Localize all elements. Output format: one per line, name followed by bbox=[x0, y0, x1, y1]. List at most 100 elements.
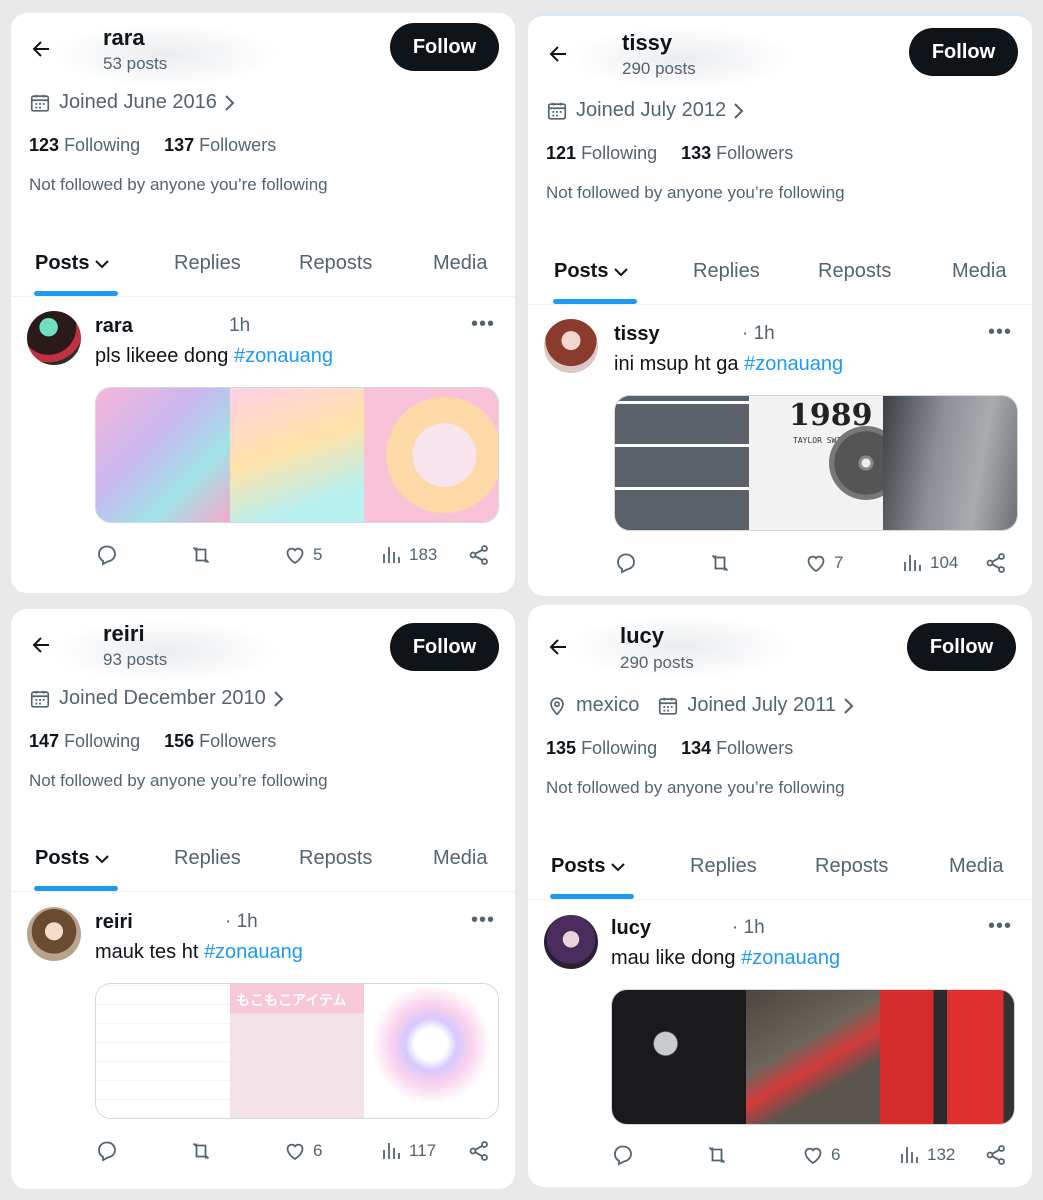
reply-button[interactable] bbox=[611, 1143, 641, 1167]
tab-media[interactable]: Media bbox=[433, 847, 487, 870]
following-link[interactable]: 135 Following bbox=[546, 738, 657, 758]
views-button[interactable]: 104 bbox=[900, 551, 958, 575]
post-media[interactable] bbox=[611, 989, 1015, 1125]
like-button[interactable]: 5 bbox=[283, 543, 322, 567]
following-link[interactable]: 121 Following bbox=[546, 143, 657, 163]
post-author[interactable]: lucy bbox=[611, 917, 651, 940]
tab-replies[interactable]: Replies bbox=[690, 855, 757, 878]
repost-button[interactable] bbox=[705, 1143, 735, 1167]
active-tab-indicator bbox=[550, 894, 634, 899]
like-button[interactable]: 7 bbox=[804, 551, 843, 575]
avatar[interactable] bbox=[544, 319, 598, 373]
back-arrow-icon[interactable] bbox=[29, 633, 53, 657]
post-author[interactable]: tissy bbox=[614, 323, 660, 346]
profile-name: lucy bbox=[620, 623, 665, 648]
avatar[interactable] bbox=[27, 311, 81, 365]
tab-reposts[interactable]: Reposts bbox=[299, 847, 372, 870]
views-chart-icon bbox=[901, 1147, 918, 1163]
post-author[interactable]: rara bbox=[95, 315, 133, 338]
share-button[interactable] bbox=[984, 551, 1014, 575]
chevron-down-icon bbox=[614, 268, 629, 277]
views-button[interactable]: 117 bbox=[379, 1139, 436, 1163]
tab-replies[interactable]: Replies bbox=[174, 252, 241, 275]
tab-posts[interactable]: Posts bbox=[35, 847, 111, 870]
back-arrow-icon[interactable] bbox=[546, 42, 570, 66]
post-body: ini msup ht ga bbox=[614, 353, 745, 375]
tab-reposts[interactable]: Reposts bbox=[815, 855, 888, 878]
tab-posts[interactable]: Posts bbox=[551, 855, 627, 878]
profile-meta: mexico Joined July 2011 bbox=[546, 694, 864, 717]
following-link[interactable]: 147 Following bbox=[29, 731, 140, 751]
following-count: 135 bbox=[546, 738, 577, 758]
posts-count: 53 posts bbox=[103, 54, 168, 73]
post-text: mauk tes ht #zonauang bbox=[95, 941, 303, 964]
back-arrow-icon[interactable] bbox=[546, 635, 570, 659]
like-button[interactable]: 6 bbox=[801, 1143, 840, 1167]
heart-icon bbox=[286, 1143, 304, 1161]
joined-date[interactable]: Joined December 2010 bbox=[29, 687, 294, 710]
repost-button[interactable] bbox=[189, 543, 219, 567]
share-button[interactable] bbox=[984, 1143, 1014, 1167]
tab-replies[interactable]: Replies bbox=[174, 847, 241, 870]
follow-button[interactable]: Follow bbox=[390, 23, 499, 71]
follow-button[interactable]: Follow bbox=[390, 623, 499, 671]
followers-link[interactable]: 134 Followers bbox=[681, 738, 793, 758]
more-options-icon[interactable]: ••• bbox=[988, 915, 1012, 938]
joined-text: Joined July 2012 bbox=[576, 99, 727, 121]
post-time: · 1h bbox=[732, 917, 765, 938]
like-button[interactable]: 6 bbox=[283, 1139, 322, 1163]
tab-media[interactable]: Media bbox=[949, 855, 1003, 878]
reply-button[interactable] bbox=[95, 543, 125, 567]
active-tab-indicator bbox=[34, 886, 118, 891]
following-link[interactable]: 123 Following bbox=[29, 135, 140, 155]
blurred-region bbox=[566, 26, 796, 90]
joined-date[interactable]: Joined July 2011 bbox=[657, 694, 864, 717]
back-arrow-icon[interactable] bbox=[29, 37, 53, 61]
post-author[interactable]: reiri bbox=[95, 911, 133, 934]
hashtag-link[interactable]: #zonauang bbox=[204, 941, 303, 963]
joined-date[interactable]: Joined June 2016 bbox=[29, 91, 245, 114]
post-time: · 1h bbox=[225, 911, 258, 932]
hashtag-link[interactable]: #zonauang bbox=[234, 345, 333, 367]
followers-label: Followers bbox=[716, 143, 794, 163]
joined-date[interactable]: Joined July 2012 bbox=[546, 99, 754, 122]
share-button[interactable] bbox=[467, 543, 497, 567]
more-options-icon[interactable]: ••• bbox=[471, 313, 495, 336]
repost-button[interactable] bbox=[189, 1139, 219, 1163]
location-pin-icon bbox=[550, 696, 564, 715]
tab-reposts[interactable]: Reposts bbox=[299, 252, 372, 275]
post-media[interactable]: もこもこアイテム bbox=[95, 983, 499, 1119]
reply-button[interactable] bbox=[614, 551, 644, 575]
tab-posts[interactable]: Posts bbox=[35, 252, 111, 275]
following-label: Following bbox=[581, 738, 658, 758]
post-media[interactable] bbox=[95, 387, 499, 523]
follow-button[interactable]: Follow bbox=[907, 623, 1016, 671]
more-options-icon[interactable]: ••• bbox=[988, 321, 1012, 344]
tab-replies[interactable]: Replies bbox=[693, 260, 760, 283]
tab-media[interactable]: Media bbox=[952, 260, 1006, 283]
hashtag-link[interactable]: #zonauang bbox=[741, 947, 840, 969]
hashtag-link[interactable]: #zonauang bbox=[744, 353, 843, 375]
follow-button[interactable]: Follow bbox=[909, 28, 1018, 76]
tab-posts-label: Posts bbox=[551, 855, 606, 877]
tab-posts[interactable]: Posts bbox=[554, 260, 630, 283]
repost-button[interactable] bbox=[708, 551, 738, 575]
follow-counts: 147 Following 156 Followers bbox=[29, 731, 276, 752]
more-options-icon[interactable]: ••• bbox=[471, 909, 495, 932]
followers-link[interactable]: 156 Followers bbox=[164, 731, 276, 751]
views-button[interactable]: 132 bbox=[897, 1143, 955, 1167]
avatar[interactable] bbox=[27, 907, 81, 961]
post-media[interactable]: 1989 TAYLOR SWIFT bbox=[614, 395, 1018, 531]
avatar[interactable] bbox=[544, 915, 598, 969]
views-button[interactable]: 183 bbox=[379, 543, 437, 567]
followers-link[interactable]: 133 Followers bbox=[681, 143, 793, 163]
calendar-icon bbox=[659, 697, 678, 715]
profile-name: rara bbox=[103, 25, 145, 50]
share-button[interactable] bbox=[467, 1139, 497, 1163]
followers-link[interactable]: 137 Followers bbox=[164, 135, 276, 155]
tab-reposts[interactable]: Reposts bbox=[818, 260, 891, 283]
views-count: 132 bbox=[927, 1145, 956, 1164]
tab-media[interactable]: Media bbox=[433, 252, 487, 275]
reply-button[interactable] bbox=[95, 1139, 125, 1163]
reply-icon bbox=[98, 545, 116, 566]
